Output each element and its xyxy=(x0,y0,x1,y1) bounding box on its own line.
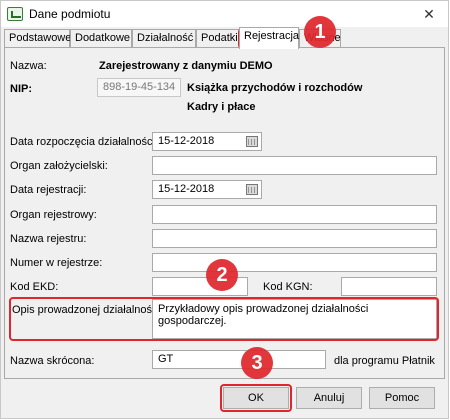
platnik-note: dla programu Płatnik xyxy=(334,355,435,367)
nazwa-value: Zarejestrowany z danymiu DEMO xyxy=(99,60,273,72)
calendar-icon[interactable] xyxy=(246,184,258,195)
short-name-label: Nazwa skrócona: xyxy=(10,355,95,367)
start-date-label: Data rozpoczęcia działalności: xyxy=(10,136,158,148)
tab-podatki[interactable]: Podatki xyxy=(196,29,241,47)
start-date-value: 15-12-2018 xyxy=(158,135,215,147)
founding-authority-field[interactable] xyxy=(152,156,437,175)
registration-date-value: 15-12-2018 xyxy=(158,183,215,195)
ekd-code-label: Kod EKD: xyxy=(10,281,59,293)
tab-dzialalnosc[interactable]: Działalność xyxy=(132,29,196,47)
kgn-code-label: Kod KGN: xyxy=(263,281,313,293)
registry-number-label: Numer w rejestrze: xyxy=(10,257,103,269)
highlight-business-description xyxy=(9,297,439,341)
window-title: Dane podmiotu xyxy=(29,7,111,21)
nip-label: NIP: xyxy=(10,83,32,95)
book-type-label: Książka przychodów i rozchodów xyxy=(187,82,363,94)
title-bar: Dane podmiotu ✕ xyxy=(1,1,448,27)
registry-authority-label: Organ rejestrowy: xyxy=(10,209,97,221)
tab-rejestracja[interactable]: Rejestracja xyxy=(239,27,299,49)
step-marker-2: 2 xyxy=(206,259,238,291)
step-marker-3: 3 xyxy=(241,347,273,379)
registration-date-field[interactable]: 15-12-2018 xyxy=(152,180,262,199)
kgn-code-field[interactable] xyxy=(341,277,437,296)
close-button[interactable]: ✕ xyxy=(420,5,438,23)
registration-date-label: Data rejestracji: xyxy=(10,184,87,196)
calendar-icon[interactable] xyxy=(246,136,258,147)
registry-name-label: Nazwa rejestru: xyxy=(10,233,87,245)
help-button[interactable]: Pomoc xyxy=(369,387,435,409)
nip-field: 898-19-45-134 xyxy=(97,78,181,97)
start-date-field[interactable]: 15-12-2018 xyxy=(152,132,262,151)
short-name-field[interactable]: GT xyxy=(152,350,326,369)
registry-number-field[interactable] xyxy=(152,253,437,272)
highlight-ok-button xyxy=(220,384,292,412)
nazwa-label: Nazwa: xyxy=(10,60,47,72)
payroll-label: Kadry i płace xyxy=(187,101,256,113)
founding-authority-label: Organ założycielski: xyxy=(10,160,108,172)
registry-name-field[interactable] xyxy=(152,229,437,248)
registry-authority-field[interactable] xyxy=(152,205,437,224)
cancel-button[interactable]: Anuluj xyxy=(296,387,362,409)
dialog-window: Dane podmiotu ✕ Podstawowe Dodatkowe Dzi… xyxy=(0,0,449,419)
step-marker-1: 1 xyxy=(304,16,336,48)
app-logo-icon xyxy=(7,7,23,21)
tab-podstawowe[interactable]: Podstawowe xyxy=(4,29,71,47)
tab-dodatkowe[interactable]: Dodatkowe xyxy=(70,29,132,47)
